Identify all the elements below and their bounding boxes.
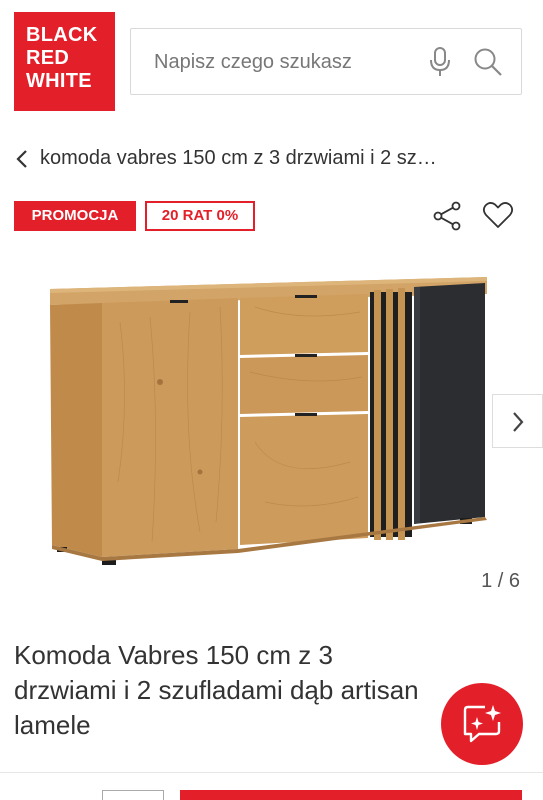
promo-badge: PROMOCJA bbox=[14, 201, 136, 231]
share-icon[interactable] bbox=[432, 200, 464, 232]
cabinet-side bbox=[50, 303, 102, 557]
divider bbox=[0, 772, 543, 773]
middle-drawer bbox=[240, 355, 368, 414]
heart-icon[interactable] bbox=[482, 200, 514, 230]
microphone-icon[interactable] bbox=[427, 46, 453, 78]
logo-line-white: WHITE bbox=[26, 70, 92, 92]
installments-badge: 20 RAT 0% bbox=[145, 201, 255, 231]
black-door bbox=[414, 283, 485, 524]
search-input[interactable]: Napisz czego szukasz bbox=[154, 51, 352, 74]
chat-sparkle-icon bbox=[463, 705, 501, 743]
search-icon[interactable] bbox=[473, 47, 503, 77]
bottom-door bbox=[240, 414, 368, 545]
chevron-right-icon bbox=[513, 412, 524, 432]
next-image-button[interactable] bbox=[492, 394, 543, 448]
search-bar[interactable]: Napisz czego szukasz bbox=[130, 28, 522, 95]
logo-line-black: BLACK bbox=[26, 24, 98, 46]
product-image[interactable] bbox=[40, 262, 495, 577]
left-door bbox=[102, 298, 238, 557]
quantity-stepper[interactable] bbox=[102, 790, 164, 800]
logo-line-red: RED bbox=[26, 47, 70, 69]
chat-button[interactable] bbox=[441, 683, 523, 765]
breadcrumb[interactable]: komoda vabres 150 cm z 3 drzwiami i 2 sz… bbox=[14, 146, 529, 174]
brand-logo[interactable]: BLACK RED WHITE bbox=[14, 12, 115, 111]
chevron-left-icon[interactable] bbox=[14, 149, 30, 169]
header: BLACK RED WHITE Napisz czego szukasz bbox=[0, 0, 543, 125]
breadcrumb-text[interactable]: komoda vabres 150 cm z 3 drzwiami i 2 sz… bbox=[40, 147, 437, 170]
add-to-cart-button[interactable] bbox=[180, 790, 522, 800]
product-title-line: Komoda Vabres 150 cm z 3 bbox=[14, 640, 333, 670]
gallery-counter: 1 / 6 bbox=[481, 570, 520, 592]
left-door-handle bbox=[170, 300, 188, 303]
top-drawer bbox=[240, 294, 368, 355]
